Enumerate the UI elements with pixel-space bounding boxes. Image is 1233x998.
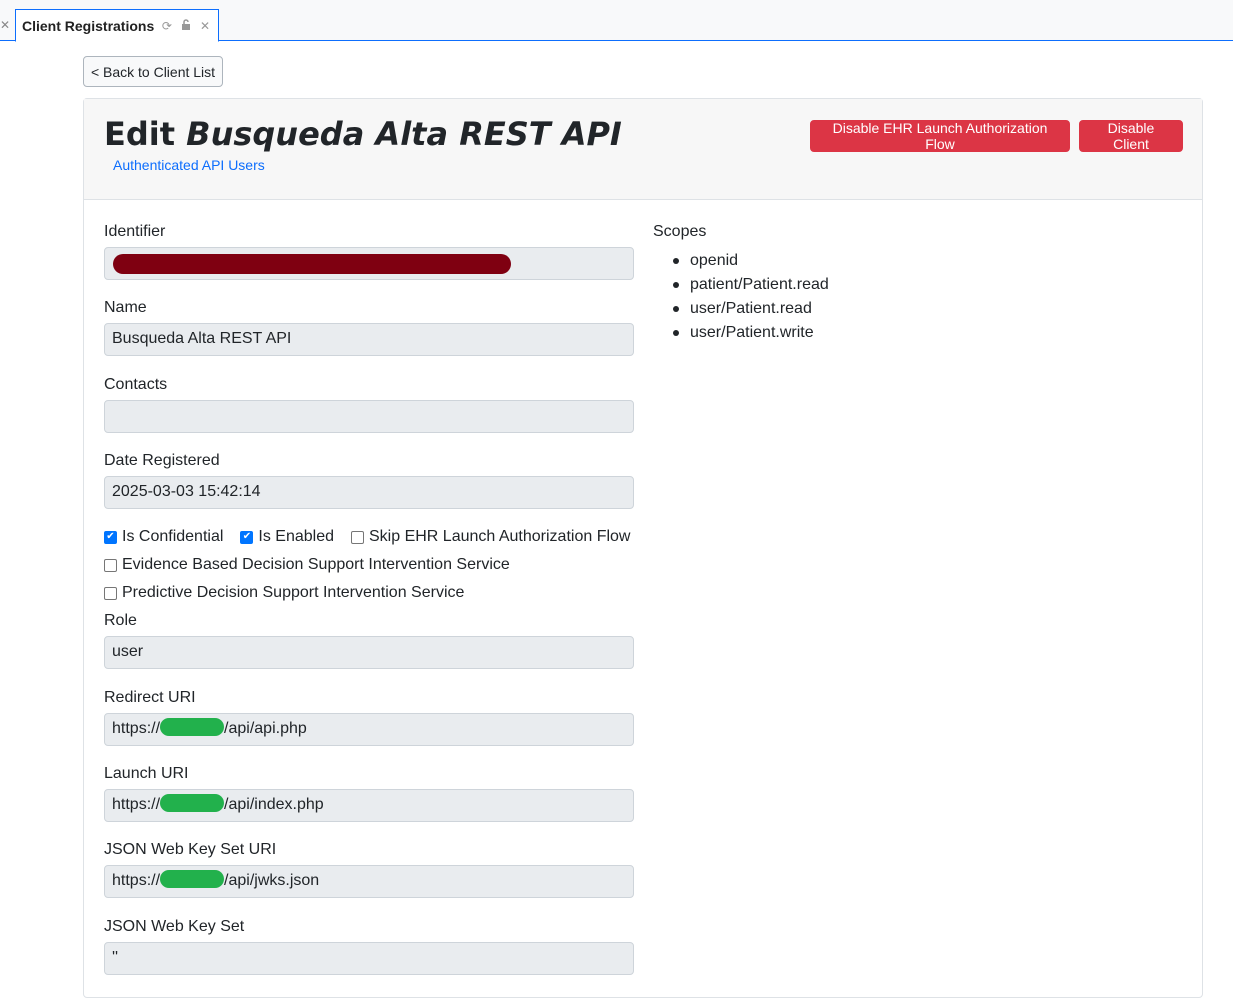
contacts-label: Contacts bbox=[104, 376, 168, 393]
date-registered-field[interactable]: 2025-03-03 15:42:14 bbox=[104, 476, 634, 509]
scope-item: patient/Patient.read bbox=[673, 273, 829, 297]
evidence-dsi-label: Evidence Based Decision Support Interven… bbox=[122, 556, 510, 573]
launch-uri-field[interactable]: https:// /api/index.php bbox=[104, 789, 634, 822]
launch-uri-prefix: https:// bbox=[112, 796, 161, 813]
disable-ehr-launch-button[interactable]: Disable EHR Launch Authorization Flow bbox=[810, 120, 1070, 152]
scope-item: user/Patient.write bbox=[673, 321, 829, 345]
page-title: Edit Busqueda Alta REST API bbox=[104, 115, 622, 153]
redaction-mark bbox=[113, 254, 511, 274]
redirect-uri-suffix: /api/api.php bbox=[224, 720, 307, 737]
lock-icon[interactable] bbox=[181, 19, 191, 34]
identifier-label: Identifier bbox=[104, 223, 166, 240]
evidence-dsi-option[interactable]: Evidence Based Decision Support Interven… bbox=[104, 556, 510, 574]
launch-uri-suffix: /api/index.php bbox=[224, 796, 324, 813]
refresh-icon[interactable]: ⟳ bbox=[162, 19, 172, 34]
tab-client-registrations[interactable]: Client Registrations ⟳ ✕ bbox=[15, 9, 219, 42]
jwks-field[interactable]: '' bbox=[104, 942, 634, 975]
date-registered-label: Date Registered bbox=[104, 452, 220, 469]
jwks-uri-field[interactable]: https:// /api/jwks.json bbox=[104, 865, 634, 898]
role-field[interactable]: user bbox=[104, 636, 634, 669]
predictive-dsi-option[interactable]: Predictive Decision Support Intervention… bbox=[104, 584, 464, 602]
jwks-uri-prefix: https:// bbox=[112, 872, 161, 889]
launch-uri-label: Launch URI bbox=[104, 765, 189, 782]
is-confidential-label: Is Confidential bbox=[122, 528, 224, 545]
skip-ehr-option[interactable]: Skip EHR Launch Authorization Flow bbox=[351, 528, 630, 546]
edit-client-card: Edit Busqueda Alta REST API Authenticate… bbox=[83, 98, 1203, 998]
redirect-uri-prefix: https:// bbox=[112, 720, 161, 737]
close-icon[interactable]: ✕ bbox=[200, 19, 210, 34]
tab-title: Client Registrations bbox=[22, 17, 155, 34]
scopes-label: Scopes bbox=[653, 223, 707, 240]
role-label: Role bbox=[104, 612, 137, 629]
back-to-client-list-button[interactable]: < Back to Client List bbox=[83, 56, 223, 87]
checkbox-row-1: ✔ Is Confidential ✔ Is Enabled Skip EHR … bbox=[104, 528, 647, 546]
skip-ehr-checkbox[interactable] bbox=[351, 530, 364, 544]
jwks-label: JSON Web Key Set bbox=[104, 918, 245, 935]
title-prefix: Edit bbox=[104, 115, 187, 153]
jwks-uri-suffix: /api/jwks.json bbox=[224, 872, 320, 889]
redirect-uri-field[interactable]: https:// /api/api.php bbox=[104, 713, 634, 746]
scope-item: openid bbox=[673, 249, 829, 273]
is-enabled-checkbox[interactable]: ✔ bbox=[240, 530, 254, 544]
redaction-mark bbox=[160, 870, 225, 889]
identifier-field[interactable] bbox=[104, 247, 634, 280]
is-confidential-option[interactable]: ✔ Is Confidential bbox=[104, 528, 223, 546]
disable-client-button[interactable]: Disable Client bbox=[1079, 120, 1183, 152]
name-label: Name bbox=[104, 299, 147, 316]
predictive-dsi-checkbox[interactable] bbox=[104, 586, 117, 600]
card-header: Edit Busqueda Alta REST API Authenticate… bbox=[84, 99, 1202, 200]
evidence-dsi-checkbox[interactable] bbox=[104, 558, 117, 572]
checkbox-row-2: Evidence Based Decision Support Interven… bbox=[104, 556, 527, 574]
redaction-mark bbox=[160, 794, 225, 813]
authenticated-api-users-link[interactable]: Authenticated API Users bbox=[113, 157, 265, 173]
tab-bar: ✕ Client Registrations ⟳ ✕ bbox=[0, 0, 1233, 42]
is-enabled-option[interactable]: ✔ Is Enabled bbox=[240, 528, 334, 546]
redirect-uri-label: Redirect URI bbox=[104, 689, 196, 706]
close-icon[interactable]: ✕ bbox=[0, 18, 10, 32]
is-enabled-label: Is Enabled bbox=[258, 528, 334, 545]
jwks-uri-label: JSON Web Key Set URI bbox=[104, 841, 277, 858]
checkbox-row-3: Predictive Decision Support Intervention… bbox=[104, 584, 481, 602]
is-confidential-checkbox[interactable]: ✔ bbox=[104, 530, 117, 544]
skip-ehr-label: Skip EHR Launch Authorization Flow bbox=[369, 528, 631, 545]
name-field[interactable]: Busqueda Alta REST API bbox=[104, 323, 634, 356]
scopes-list: openid patient/Patient.read user/Patient… bbox=[673, 249, 829, 345]
redaction-mark bbox=[160, 718, 225, 737]
predictive-dsi-label: Predictive Decision Support Intervention… bbox=[122, 584, 465, 601]
scope-item: user/Patient.read bbox=[673, 297, 829, 321]
client-name-title: Busqueda Alta REST API bbox=[186, 115, 622, 153]
contacts-field[interactable] bbox=[104, 400, 634, 433]
